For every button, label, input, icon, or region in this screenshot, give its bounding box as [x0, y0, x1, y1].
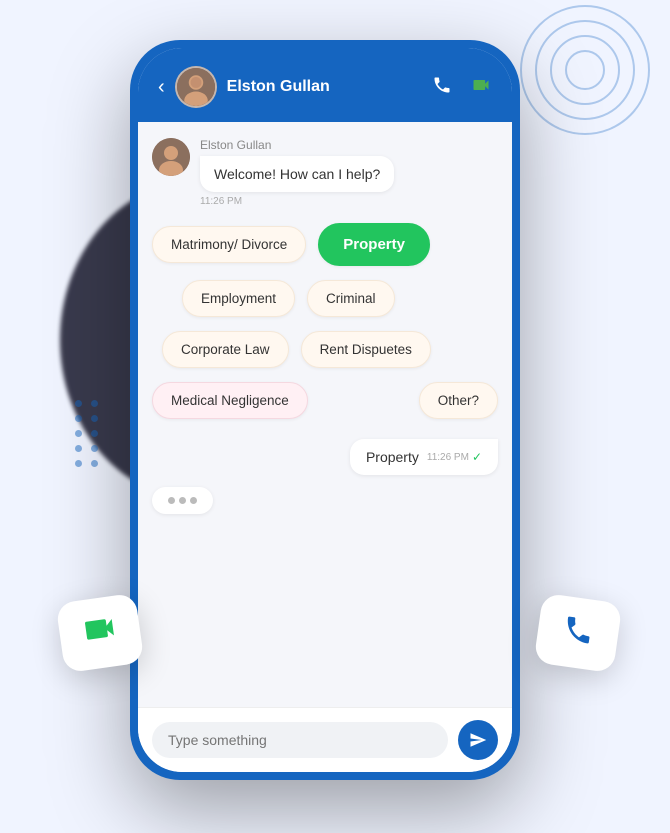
sent-bubble: Property 11:26 PM ✓: [350, 439, 498, 475]
sent-text: Property: [366, 449, 419, 465]
option-corporate-law[interactable]: Corporate Law: [162, 331, 289, 368]
sent-meta: 11:26 PM ✓: [427, 450, 482, 464]
message-text: Welcome! How can I help?: [214, 166, 380, 182]
input-bar: [138, 707, 512, 772]
options-area: Matrimony/ Divorce Property Employment C…: [138, 215, 512, 431]
video-call-icon[interactable]: [470, 75, 492, 100]
options-row-1: Matrimony/ Divorce Property: [152, 223, 498, 266]
phone-frame: ‹ Elston Gullan: [130, 40, 520, 780]
contact-name: Elston Gullan: [227, 78, 422, 96]
header-icons: [432, 75, 492, 100]
message-input[interactable]: [152, 722, 448, 758]
received-message: Elston Gullan Welcome! How can I help? 1…: [138, 122, 512, 215]
sent-time: 11:26 PM: [427, 452, 469, 463]
float-video-card[interactable]: [56, 593, 145, 673]
video-camera-icon: [79, 609, 121, 658]
chat-header: ‹ Elston Gullan: [138, 48, 512, 122]
options-row-4: Medical Negligence Other?: [152, 382, 498, 419]
back-button[interactable]: ‹: [158, 76, 165, 99]
header-avatar: [175, 66, 217, 108]
sender-name: Elston Gullan: [200, 138, 394, 152]
options-row-2: Employment Criminal: [152, 280, 498, 317]
option-medical-negligence[interactable]: Medical Negligence: [152, 382, 308, 419]
scene: ‹ Elston Gullan: [0, 0, 670, 833]
read-check-icon: ✓: [472, 450, 482, 464]
message-content: Elston Gullan Welcome! How can I help? 1…: [200, 138, 394, 207]
typing-bubble: [152, 487, 213, 514]
phone-screen: ‹ Elston Gullan: [138, 48, 512, 772]
option-property[interactable]: Property: [318, 223, 430, 266]
typing-dot-1: [168, 497, 175, 504]
sent-message-area: Property 11:26 PM ✓: [138, 431, 512, 481]
option-rent-disputes[interactable]: Rent Dispuetes: [301, 331, 431, 368]
option-matrimony[interactable]: Matrimony/ Divorce: [152, 226, 306, 263]
phone-handset-icon: [559, 611, 596, 654]
send-button[interactable]: [458, 720, 498, 760]
option-other[interactable]: Other?: [419, 382, 498, 419]
call-icon[interactable]: [432, 75, 452, 100]
option-criminal[interactable]: Criminal: [307, 280, 395, 317]
typing-dot-3: [190, 497, 197, 504]
float-phone-card[interactable]: [534, 593, 623, 673]
chat-body: Elston Gullan Welcome! How can I help? 1…: [138, 122, 512, 707]
option-employment[interactable]: Employment: [182, 280, 295, 317]
message-time: 11:26 PM: [200, 196, 394, 207]
typing-indicator-area: [138, 481, 512, 524]
sender-avatar: [152, 138, 190, 176]
typing-dot-2: [179, 497, 186, 504]
message-bubble: Welcome! How can I help?: [200, 156, 394, 192]
dots-decoration: [75, 400, 99, 467]
avatar-image: [177, 68, 215, 106]
options-row-3: Corporate Law Rent Dispuetes: [152, 331, 498, 368]
